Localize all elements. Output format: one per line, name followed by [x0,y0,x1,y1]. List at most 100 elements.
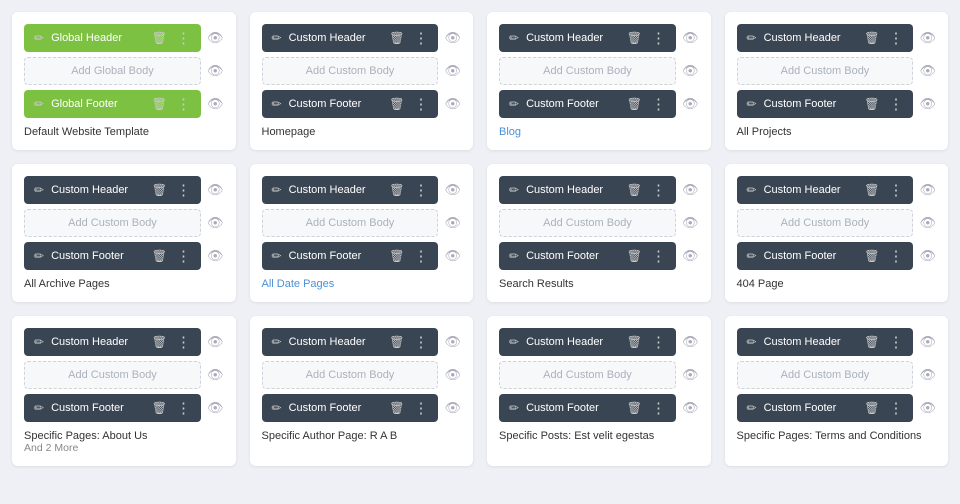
add-body-button[interactable]: Add Custom Body [262,57,439,85]
footer-more-button[interactable]: ⋮ [886,249,905,264]
header-eye-button[interactable]: 👁 [207,334,224,350]
body-eye-button[interactable]: 👁 [207,63,224,79]
header-more-button[interactable]: ⋮ [886,335,905,350]
header-more-button[interactable]: ⋮ [411,31,430,46]
footer-eye-button[interactable]: 👁 [207,248,224,264]
add-body-button[interactable]: Add Custom Body [262,361,439,389]
header-more-button[interactable]: ⋮ [649,31,668,46]
footer-edit-button[interactable]: ✏ [507,97,521,111]
add-body-button[interactable]: Add Custom Body [737,57,914,85]
header-eye-button[interactable]: 👁 [682,182,699,198]
header-more-button[interactable]: ⋮ [411,183,430,198]
header-eye-button[interactable]: 👁 [919,182,936,198]
footer-eye-button[interactable]: 👁 [682,248,699,264]
header-eye-button[interactable]: 👁 [919,334,936,350]
header-edit-button[interactable]: ✏ [745,31,759,45]
header-delete-button[interactable]: 🗑 [387,183,406,197]
header-eye-button[interactable]: 👁 [444,334,461,350]
header-more-button[interactable]: ⋮ [649,183,668,198]
footer-delete-button[interactable]: 🗑 [862,97,881,111]
footer-edit-button[interactable]: ✏ [507,401,521,415]
add-body-button[interactable]: Add Custom Body [24,361,201,389]
footer-more-button[interactable]: ⋮ [649,401,668,416]
card-name-link[interactable]: All Date Pages [262,278,335,290]
body-eye-button[interactable]: 👁 [207,367,224,383]
body-eye-button[interactable]: 👁 [919,367,936,383]
header-edit-button[interactable]: ✏ [745,335,759,349]
header-delete-button[interactable]: 🗑 [862,335,881,349]
header-eye-button[interactable]: 👁 [682,30,699,46]
header-edit-button[interactable]: ✏ [270,31,284,45]
footer-delete-button[interactable]: 🗑 [625,97,644,111]
footer-edit-button[interactable]: ✏ [32,401,46,415]
footer-edit-button[interactable]: ✏ [745,97,759,111]
footer-eye-button[interactable]: 👁 [444,96,461,112]
add-body-button[interactable]: Add Global Body [24,57,201,85]
footer-delete-button[interactable]: 🗑 [150,97,169,111]
footer-edit-button[interactable]: ✏ [745,401,759,415]
header-delete-button[interactable]: 🗑 [150,31,169,45]
footer-more-button[interactable]: ⋮ [174,401,193,416]
body-eye-button[interactable]: 👁 [444,63,461,79]
header-more-button[interactable]: ⋮ [174,183,193,198]
add-body-button[interactable]: Add Custom Body [499,361,676,389]
footer-more-button[interactable]: ⋮ [174,97,193,112]
body-eye-button[interactable]: 👁 [682,215,699,231]
footer-eye-button[interactable]: 👁 [919,400,936,416]
footer-delete-button[interactable]: 🗑 [150,249,169,263]
footer-more-button[interactable]: ⋮ [411,401,430,416]
header-edit-button[interactable]: ✏ [32,183,46,197]
header-more-button[interactable]: ⋮ [886,31,905,46]
body-eye-button[interactable]: 👁 [444,367,461,383]
card-name-link[interactable]: Blog [499,126,521,138]
body-eye-button[interactable]: 👁 [682,367,699,383]
header-delete-button[interactable]: 🗑 [387,335,406,349]
footer-edit-button[interactable]: ✏ [507,249,521,263]
add-body-button[interactable]: Add Custom Body [499,209,676,237]
add-body-button[interactable]: Add Custom Body [499,57,676,85]
footer-eye-button[interactable]: 👁 [919,96,936,112]
footer-eye-button[interactable]: 👁 [207,96,224,112]
header-edit-button[interactable]: ✏ [270,183,284,197]
body-eye-button[interactable]: 👁 [919,215,936,231]
header-more-button[interactable]: ⋮ [174,335,193,350]
footer-more-button[interactable]: ⋮ [411,249,430,264]
body-eye-button[interactable]: 👁 [444,215,461,231]
header-more-button[interactable]: ⋮ [174,31,193,46]
footer-more-button[interactable]: ⋮ [649,249,668,264]
header-more-button[interactable]: ⋮ [886,183,905,198]
body-eye-button[interactable]: 👁 [207,215,224,231]
add-body-button[interactable]: Add Custom Body [737,361,914,389]
footer-eye-button[interactable]: 👁 [682,400,699,416]
header-edit-button[interactable]: ✏ [745,183,759,197]
header-delete-button[interactable]: 🗑 [150,183,169,197]
footer-more-button[interactable]: ⋮ [886,401,905,416]
header-delete-button[interactable]: 🗑 [625,183,644,197]
header-more-button[interactable]: ⋮ [411,335,430,350]
body-eye-button[interactable]: 👁 [682,63,699,79]
footer-eye-button[interactable]: 👁 [682,96,699,112]
footer-delete-button[interactable]: 🗑 [387,249,406,263]
header-delete-button[interactable]: 🗑 [862,31,881,45]
header-delete-button[interactable]: 🗑 [625,31,644,45]
header-eye-button[interactable]: 👁 [444,182,461,198]
footer-edit-button[interactable]: ✏ [745,249,759,263]
footer-eye-button[interactable]: 👁 [207,400,224,416]
header-delete-button[interactable]: 🗑 [862,183,881,197]
footer-delete-button[interactable]: 🗑 [862,249,881,263]
footer-delete-button[interactable]: 🗑 [387,401,406,415]
header-more-button[interactable]: ⋮ [649,335,668,350]
header-edit-button[interactable]: ✏ [270,335,284,349]
footer-edit-button[interactable]: ✏ [32,97,46,111]
header-edit-button[interactable]: ✏ [507,335,521,349]
footer-eye-button[interactable]: 👁 [444,248,461,264]
header-edit-button[interactable]: ✏ [32,31,46,45]
footer-delete-button[interactable]: 🗑 [625,249,644,263]
header-delete-button[interactable]: 🗑 [625,335,644,349]
footer-delete-button[interactable]: 🗑 [387,97,406,111]
footer-eye-button[interactable]: 👁 [444,400,461,416]
header-edit-button[interactable]: ✏ [507,31,521,45]
header-eye-button[interactable]: 👁 [207,30,224,46]
footer-delete-button[interactable]: 🗑 [625,401,644,415]
footer-more-button[interactable]: ⋮ [174,249,193,264]
